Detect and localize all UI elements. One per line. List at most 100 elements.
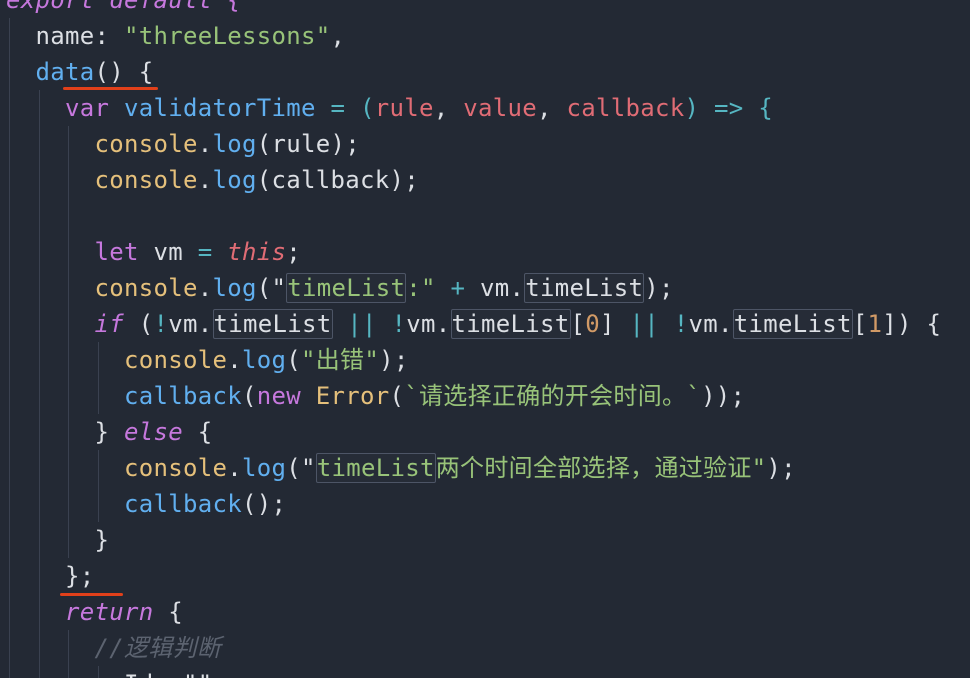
code-token: log [242,454,287,482]
highlighted-token: timeList [286,273,407,303]
code-token: (callback); [256,166,419,194]
code-token: validatorTime [124,94,316,122]
code-token: //逻辑判断 [94,634,222,662]
code-token: let [94,238,154,266]
code-token: console [94,130,198,158]
highlighted-token: timeList [450,309,571,339]
code-token: . [509,274,525,302]
code-token: console [94,166,198,194]
code-token: else [124,418,183,446]
code-token: . [197,130,213,158]
code-token: [ [852,310,868,338]
code-token: , [330,22,346,50]
indent-guide [9,18,10,678]
highlighted-token: timeList [732,309,853,339]
code-token: "threeLessons" [124,22,331,50]
code-token: + [435,274,480,302]
indent-guide [97,450,99,522]
code-token: . [197,274,213,302]
code-token: console [124,454,228,482]
code-token: name [35,22,95,50]
code-token: 1 [867,310,883,338]
code-token: ( [242,382,257,410]
code-token: this [227,238,287,266]
code-token: = ( [315,94,375,122]
code-token: Id: "" [124,670,213,678]
code-token: ( [286,346,301,374]
code-token: `请选择正确的开会时间。` [404,382,702,410]
code-token: log [212,130,257,158]
code-token: "出错" [301,346,380,374]
code-token: (" [286,454,316,482]
code-token: [ [570,310,586,338]
code-token: vm [168,310,198,338]
code-editor[interactable]: export default {name: "threeLessons", dat… [0,0,970,678]
code-token: , [433,94,464,122]
code-token: ); [766,454,796,482]
highlighted-token: timeList [524,273,645,303]
indent-guide [38,90,40,678]
code-token: data [35,58,95,86]
code-token: . [227,346,242,374]
code-line: Id: "" [124,666,213,678]
code-token: console [124,346,228,374]
code-token: , [537,94,567,122]
indent-guide [97,666,99,678]
code-token: ; [286,238,301,266]
code-line: var validatorTime = (rule, value, callba… [65,90,773,126]
code-token: log [212,274,257,302]
code-token: ]) { [882,310,942,338]
highlighted-token: timeList [315,453,436,483]
code-token: . [227,454,242,482]
code-token: { [153,598,183,626]
code-token: log [242,346,287,374]
code-token: 两个时间全部选择，通过验证" [435,454,767,482]
code-line: let vm = this; [95,234,302,270]
code-token: () { [94,58,154,86]
code-token: ); [379,346,409,374]
code-line: data() { [36,54,154,90]
code-token: vm [480,274,510,302]
code-token: ( [389,382,405,410]
code-token: } [94,418,124,446]
code-token: ! [153,310,169,338]
code-line: return { [65,594,183,630]
code-token: :" [406,274,436,302]
code-token: callback [124,490,242,518]
code-token: } [94,526,110,554]
code-line: if (!vm.timeList || !vm.timeList[0] || !… [95,306,942,342]
code-token: = [183,238,228,266]
code-line: console.log("timeList:" + vm.timeList); [95,270,674,306]
code-token: console [94,274,198,302]
code-line: callback(new Error(`请选择正确的开会时间。`)); [124,378,745,414]
code-line: console.log(callback); [95,162,420,198]
code-line: //逻辑判断 [95,630,222,666]
code-line: callback(); [124,486,286,522]
code-token: }; [65,562,95,590]
code-token: vm [153,238,183,266]
indent-guide [68,630,69,678]
code-token: { [183,418,213,446]
indent-guide [68,126,69,558]
code-token: 0 [585,310,600,338]
code-token: vm [688,310,718,338]
code-token: Error [315,382,390,410]
code-line: console.log(rule); [95,126,361,162]
code-line: } [95,522,110,558]
code-token: (); [242,490,287,518]
code-token: (rule); [256,130,360,158]
code-token: return [65,598,154,626]
code-token: ] [600,310,615,338]
highlighted-token: timeList [212,309,333,339]
code-token: ! [391,310,407,338]
code-token: )); [701,382,746,410]
code-token: export default { [6,0,242,14]
code-token: vm [406,310,436,338]
code-line: console.log("出错"); [124,342,409,378]
annotation-underline-data [63,87,158,90]
code-token: callback [566,94,685,122]
code-line: } else { [95,414,213,450]
code-token: value [463,94,537,122]
code-line: }; [65,558,95,594]
code-token: . [197,166,213,194]
